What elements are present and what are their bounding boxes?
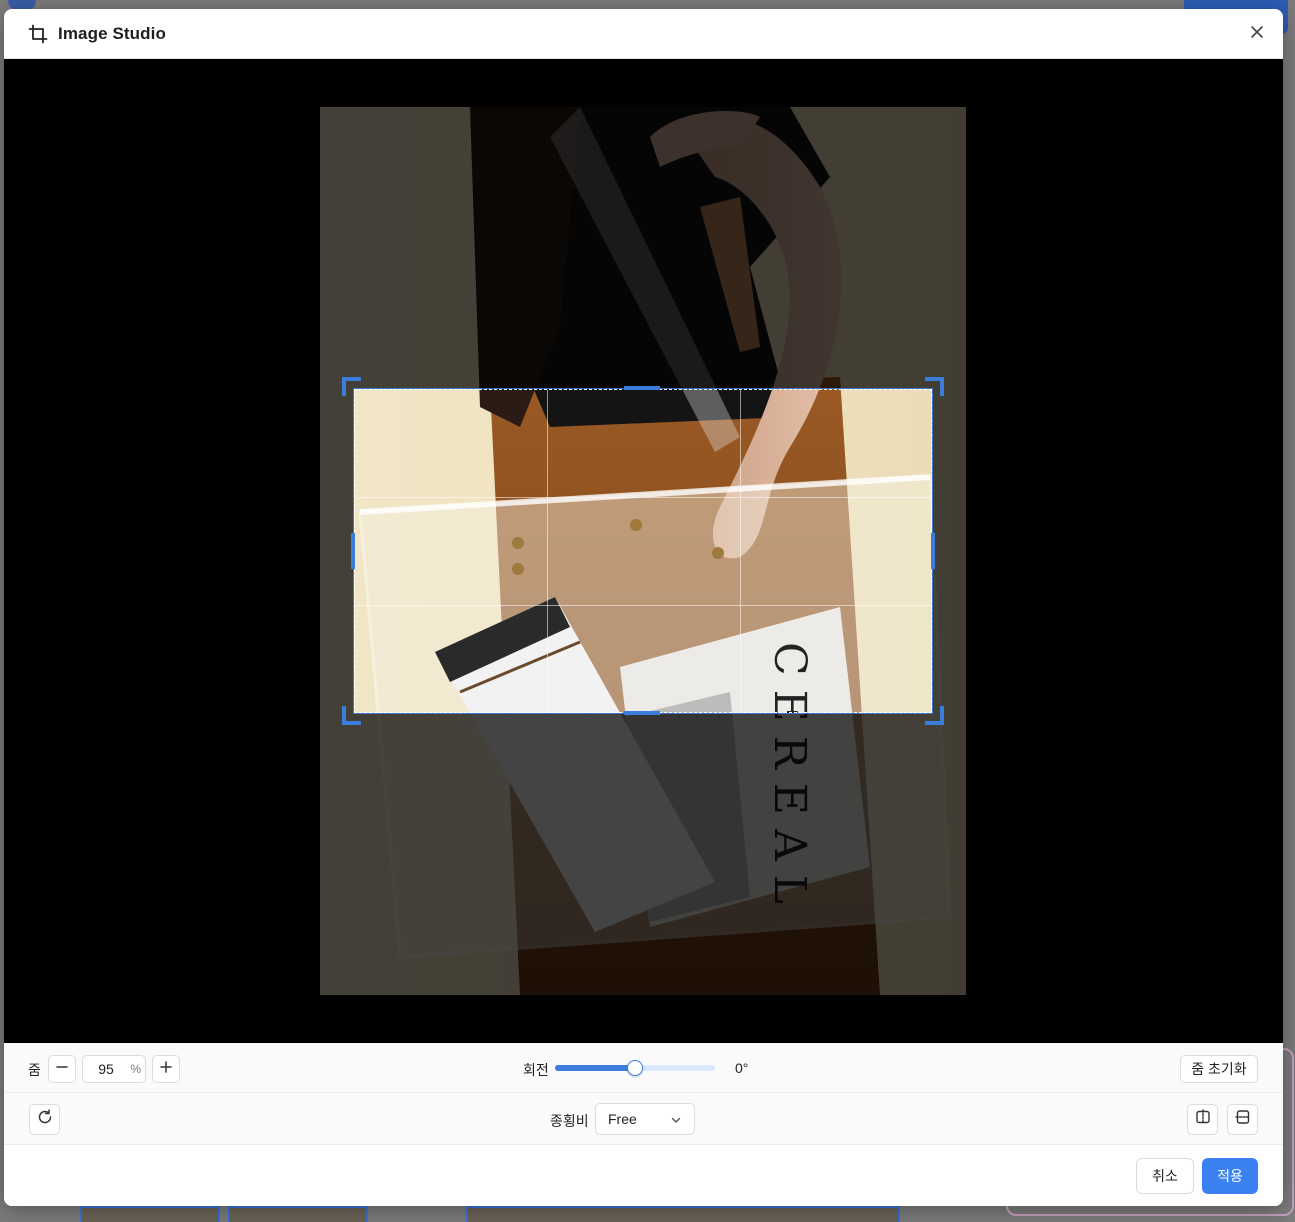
crop-mask-right: [932, 389, 1283, 713]
flip-vertical-button[interactable]: [1227, 1104, 1258, 1135]
minus-icon: [56, 1060, 68, 1078]
zoom-rotation-toolbar: 줌 % 회전 0° 줌 초기화: [4, 1043, 1283, 1093]
crop-mask-top: [4, 59, 1283, 389]
plus-icon: [160, 1060, 172, 1078]
dialog-title: Image Studio: [58, 23, 166, 43]
crop-mask-bottom: [4, 713, 1283, 1043]
flip-horizontal-icon: [1195, 1109, 1211, 1130]
crop-handle-right[interactable]: [931, 533, 935, 569]
crop-grid-line: [355, 497, 931, 498]
crop-handle-bottom[interactable]: [624, 711, 660, 715]
flip-vertical-icon: [1234, 1109, 1251, 1130]
reset-zoom-button[interactable]: 줌 초기화: [1180, 1055, 1258, 1083]
cancel-button[interactable]: 취소: [1136, 1158, 1194, 1194]
dialog-footer: 취소 적용: [4, 1146, 1283, 1206]
crop-icon: [28, 24, 48, 44]
rotate-icon: [37, 1109, 53, 1130]
crop-tools-toolbar: 종횡비 Free: [4, 1093, 1283, 1145]
rotation-label: 회전: [523, 1062, 549, 1078]
crop-handle-bottom-right[interactable]: [925, 706, 944, 725]
image-studio-dialog: Image Studio 줌 95 % 회전 0° 줌 초기화 종횡비 Free…: [4, 9, 1283, 1206]
apply-button[interactable]: 적용: [1202, 1158, 1258, 1194]
zoom-label: 줌: [28, 1062, 41, 1078]
crop-grid-line: [547, 390, 548, 712]
close-icon: [1251, 25, 1263, 43]
rotation-slider-thumb[interactable]: [627, 1060, 643, 1076]
zoom-unit: %: [130, 1062, 141, 1076]
chevron-down-icon: [670, 1113, 682, 1129]
background-thumbnail: [466, 1206, 900, 1222]
crop-grid-line: [355, 605, 931, 606]
crop-mask-left: [4, 389, 354, 713]
aspect-ratio-select[interactable]: Free: [595, 1103, 695, 1135]
rotation-slider[interactable]: [555, 1060, 715, 1076]
aspect-ratio-value: Free: [608, 1111, 637, 1127]
rotation-slider-fill: [555, 1065, 635, 1071]
background-thumbnail: [80, 1206, 220, 1222]
crop-handle-top-right[interactable]: [925, 377, 944, 396]
zoom-percent-field[interactable]: %: [82, 1055, 146, 1083]
zoom-out-button[interactable]: [48, 1055, 76, 1083]
crop-handle-bottom-left[interactable]: [342, 706, 361, 725]
dialog-header: Image Studio: [4, 9, 1283, 59]
crop-handle-top-left[interactable]: [342, 377, 361, 396]
zoom-in-button[interactable]: [152, 1055, 180, 1083]
crop-area[interactable]: [353, 388, 933, 714]
zoom-input[interactable]: [83, 1056, 129, 1082]
aspect-ratio-label: 종횡비: [550, 1113, 589, 1129]
crop-handle-top[interactable]: [624, 386, 660, 390]
background-thumbnail: [228, 1206, 368, 1222]
background-thumbnails: [80, 1206, 910, 1222]
rotation-value: 0°: [735, 1060, 749, 1076]
flip-horizontal-button[interactable]: [1187, 1104, 1218, 1135]
image-canvas[interactable]: CEREAL: [4, 59, 1283, 1043]
crop-grid-line: [740, 390, 741, 712]
crop-handle-left[interactable]: [351, 533, 355, 569]
rotate-button[interactable]: [29, 1104, 60, 1135]
close-button[interactable]: [1247, 24, 1267, 44]
